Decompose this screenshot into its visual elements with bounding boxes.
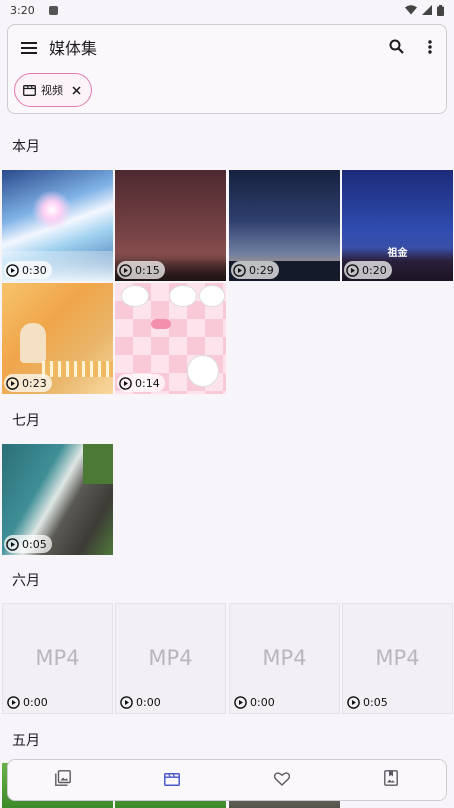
filter-chip-label: 视频 (41, 84, 63, 97)
duration-badge: 0:00 (118, 693, 166, 711)
mp4-placeholder-label: MP4 (375, 646, 420, 670)
duration-badge: 0:29 (231, 261, 279, 279)
nav-item-favorites[interactable] (262, 764, 302, 796)
duration-badge: 0:05 (4, 535, 52, 553)
play-circle-icon (347, 695, 360, 709)
play-circle-icon (7, 695, 20, 709)
duration-badge: 0:00 (5, 693, 53, 711)
more-options-button[interactable] (419, 37, 441, 59)
filter-chip-video[interactable]: 视频 (14, 73, 92, 107)
play-circle-icon (119, 376, 132, 390)
heart-icon (273, 771, 290, 790)
close-icon[interactable] (72, 85, 81, 95)
play-circle-icon (346, 263, 359, 277)
album-icon (384, 770, 399, 790)
bottom-navigation (7, 759, 447, 801)
video-thumbnail[interactable]: MP4 0:05 (342, 603, 453, 714)
video-thumbnail[interactable]: 0:15 (115, 170, 226, 281)
more-vert-icon (428, 39, 432, 58)
duration-badge: 0:00 (232, 693, 280, 711)
play-circle-icon (119, 263, 132, 277)
photos-icon (54, 770, 71, 790)
menu-button[interactable] (18, 37, 40, 59)
video-thumbnail[interactable]: 0:23 (2, 283, 113, 394)
video-thumbnail[interactable]: MP4 0:00 (2, 603, 113, 714)
notification-icon (48, 5, 58, 15)
signal-icon (422, 5, 432, 15)
section-title-june: 六月 (12, 573, 40, 589)
wifi-icon (405, 5, 417, 15)
video-thumbnail[interactable]: 祖金 0:20 (342, 170, 453, 281)
nav-item-albums[interactable] (371, 764, 411, 796)
duration-badge: 0:14 (117, 374, 165, 392)
play-circle-icon (6, 376, 19, 390)
section-title-july: 七月 (12, 413, 40, 429)
video-thumbnail[interactable]: 0:14 (115, 283, 226, 394)
search-icon (389, 39, 404, 58)
video-thumbnail[interactable]: 0:29 (229, 170, 340, 281)
duration-badge: 0:23 (4, 374, 52, 392)
search-button[interactable] (385, 37, 407, 59)
section-title-this-month: 本月 (12, 139, 40, 155)
battery-icon (437, 4, 444, 16)
status-bar: 3:20 (0, 0, 454, 20)
video-thumbnail[interactable]: MP4 0:00 (229, 603, 340, 714)
video-clapper-icon (164, 771, 181, 790)
play-circle-icon (234, 695, 247, 709)
video-thumbnail[interactable]: MP4 0:00 (115, 603, 226, 714)
thumbnail-overlay-text: 祖金 (387, 248, 408, 259)
page-title: 媒体集 (49, 39, 98, 58)
play-circle-icon (120, 695, 133, 709)
video-clapper-icon (23, 84, 36, 96)
duration-badge: 0:15 (117, 261, 165, 279)
top-app-bar: 媒体集 视频 (7, 24, 447, 114)
section-title-may: 五月 (12, 733, 40, 749)
duration-badge: 0:05 (345, 693, 393, 711)
status-time: 3:20 (10, 3, 35, 17)
play-circle-icon (6, 537, 19, 551)
mp4-placeholder-label: MP4 (148, 646, 193, 670)
hamburger-menu-icon (21, 39, 37, 58)
video-thumbnail[interactable]: 0:05 (2, 444, 113, 555)
play-circle-icon (6, 263, 19, 277)
mp4-placeholder-label: MP4 (262, 646, 307, 670)
nav-item-videos[interactable] (152, 764, 192, 796)
video-thumbnail[interactable]: 0:30 (2, 170, 113, 281)
play-circle-icon (233, 263, 246, 277)
duration-badge: 0:20 (344, 261, 392, 279)
nav-item-photos[interactable] (43, 764, 83, 796)
duration-badge: 0:30 (4, 261, 52, 279)
mp4-placeholder-label: MP4 (35, 646, 80, 670)
